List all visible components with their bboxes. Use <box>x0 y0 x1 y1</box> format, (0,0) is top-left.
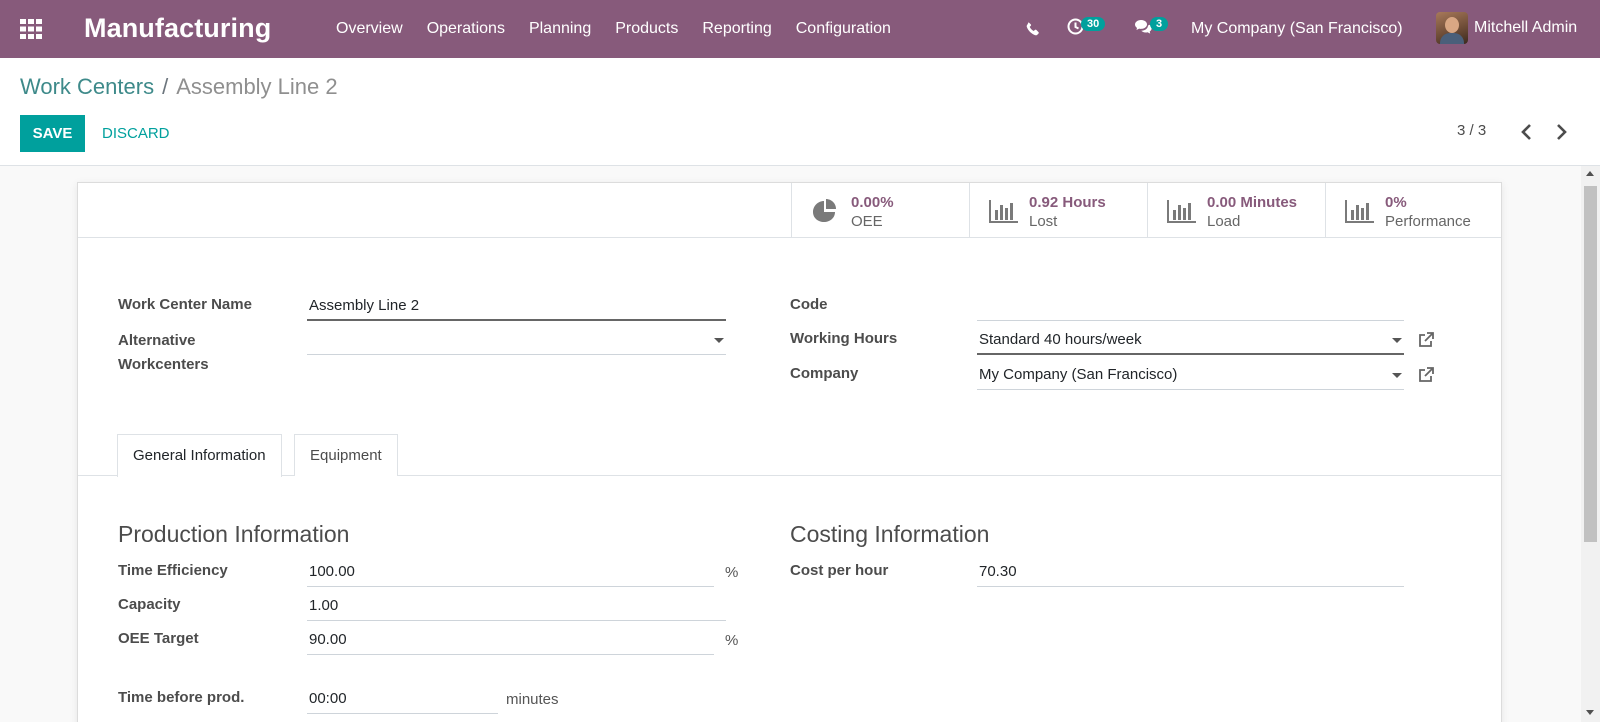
notebook-tabs: General Information Equipment <box>78 434 1501 477</box>
external-link-icon[interactable] <box>1417 366 1435 384</box>
menu-overview[interactable]: Overview <box>324 0 415 58</box>
bar-chart-icon <box>1167 199 1196 223</box>
stat-value: 0.00% <box>851 194 894 211</box>
messages-button[interactable]: 3 <box>1134 0 1169 58</box>
scroll-down-arrow-icon[interactable] <box>1586 710 1594 715</box>
activity-count-badge: 30 <box>1081 17 1106 31</box>
breadcrumb-separator: / <box>162 74 169 99</box>
working-hours-label: Working Hours <box>790 330 898 347</box>
app-brand[interactable]: Manufacturing <box>84 13 271 44</box>
chevron-right-icon[interactable] <box>1552 122 1570 142</box>
capacity-label: Capacity <box>118 596 181 613</box>
work-center-name-input[interactable]: Assembly Line 2 <box>307 291 726 321</box>
stat-value: 0.00 Minutes <box>1207 194 1298 211</box>
working-hours-select[interactable]: Standard 40 hours/week <box>977 325 1404 355</box>
message-count-badge: 3 <box>1150 17 1169 31</box>
stat-value: 0% <box>1385 194 1407 211</box>
code-label: Code <box>790 296 828 313</box>
cost-per-hour-label: Cost per hour <box>790 562 889 579</box>
dropdown-caret-icon <box>1392 373 1402 378</box>
percent-unit: % <box>725 632 739 649</box>
costing-information-title: Costing Information <box>790 521 990 547</box>
breadcrumb-current: Assembly Line 2 <box>176 74 338 99</box>
apps-grid-icon[interactable] <box>20 19 42 39</box>
tab-equipment[interactable]: Equipment <box>294 434 398 476</box>
stat-label: OEE <box>851 213 883 230</box>
company-value: My Company (San Francisco) <box>979 366 1178 383</box>
menu-operations[interactable]: Operations <box>415 0 517 58</box>
bar-chart-icon <box>1345 199 1374 223</box>
user-name: Mitchell Admin <box>1474 19 1578 36</box>
scroll-up-arrow-icon[interactable] <box>1586 171 1594 176</box>
user-menu[interactable]: Mitchell Admin <box>1436 12 1577 44</box>
form-sheet: 0.00% OEE 0.92 Hours Lost 0.00 Minutes L… <box>77 182 1502 722</box>
menu-reporting[interactable]: Reporting <box>690 0 783 58</box>
stat-button-oee[interactable]: 0.00% OEE <box>791 183 969 238</box>
working-hours-value: Standard 40 hours/week <box>979 331 1142 348</box>
control-panel: Work Centers / Assembly Line 2 SAVE DISC… <box>0 58 1600 166</box>
external-link-icon[interactable] <box>1417 331 1435 349</box>
stat-label: Load <box>1207 213 1241 230</box>
bar-chart-icon <box>989 199 1018 223</box>
code-input[interactable] <box>977 291 1404 321</box>
work-center-name-label: Work Center Name <box>118 296 252 313</box>
stat-button-lost[interactable]: 0.92 Hours Lost <box>969 183 1147 238</box>
stat-button-performance[interactable]: 0% Performance <box>1325 183 1503 238</box>
save-button[interactable]: SAVE <box>20 115 85 152</box>
menu-products[interactable]: Products <box>603 0 690 58</box>
top-navbar: Manufacturing Overview Operations Planni… <box>0 0 1600 58</box>
dropdown-caret-icon <box>714 338 724 343</box>
pager-value[interactable]: 3 / 3 <box>1457 122 1486 139</box>
alternative-workcenters-select[interactable] <box>307 325 726 355</box>
company-switcher[interactable]: My Company (San Francisco) <box>1191 0 1403 58</box>
main-menu: Overview Operations Planning Products Re… <box>324 0 903 58</box>
percent-unit: % <box>725 564 739 581</box>
menu-planning[interactable]: Planning <box>517 0 603 58</box>
breadcrumb: Work Centers / Assembly Line 2 <box>20 74 338 100</box>
time-efficiency-input[interactable]: 100.00 <box>307 557 714 587</box>
company-select[interactable]: My Company (San Francisco) <box>977 360 1404 390</box>
avatar <box>1436 12 1468 44</box>
pie-chart-icon <box>811 199 839 223</box>
scroll-thumb[interactable] <box>1584 186 1597 542</box>
alternative-workcenters-label: Alternative <box>118 332 196 349</box>
activity-button[interactable]: 30 <box>1067 0 1106 58</box>
time-efficiency-label: Time Efficiency <box>118 562 228 579</box>
time-before-prod-input[interactable]: 00:00 <box>307 684 498 714</box>
dropdown-caret-icon <box>1392 338 1402 343</box>
menu-configuration[interactable]: Configuration <box>784 0 903 58</box>
cost-per-hour-input[interactable]: 70.30 <box>977 557 1404 587</box>
minutes-unit: minutes <box>506 691 559 708</box>
company-label: Company <box>790 365 859 382</box>
stat-button-load[interactable]: 0.00 Minutes Load <box>1147 183 1325 238</box>
stat-value: 0.92 Hours <box>1029 194 1106 211</box>
stat-label: Performance <box>1385 213 1471 230</box>
oee-target-label: OEE Target <box>118 630 199 647</box>
smart-button-box: 0.00% OEE 0.92 Hours Lost 0.00 Minutes L… <box>78 183 1501 238</box>
alternative-workcenters-label-line2: Workcenters <box>118 356 209 373</box>
production-information-title: Production Information <box>118 521 350 547</box>
oee-target-input[interactable]: 90.00 <box>307 625 714 655</box>
phone-icon[interactable] <box>1025 0 1041 58</box>
discard-button[interactable]: DISCARD <box>92 115 180 152</box>
vertical-scrollbar[interactable] <box>1581 166 1600 722</box>
breadcrumb-work-centers[interactable]: Work Centers <box>20 74 154 100</box>
time-before-prod-label: Time before prod. <box>118 689 245 706</box>
tab-general-information[interactable]: General Information <box>117 434 282 477</box>
chevron-left-icon[interactable] <box>1518 122 1536 142</box>
capacity-input[interactable]: 1.00 <box>307 591 726 621</box>
stat-label: Lost <box>1029 213 1058 230</box>
